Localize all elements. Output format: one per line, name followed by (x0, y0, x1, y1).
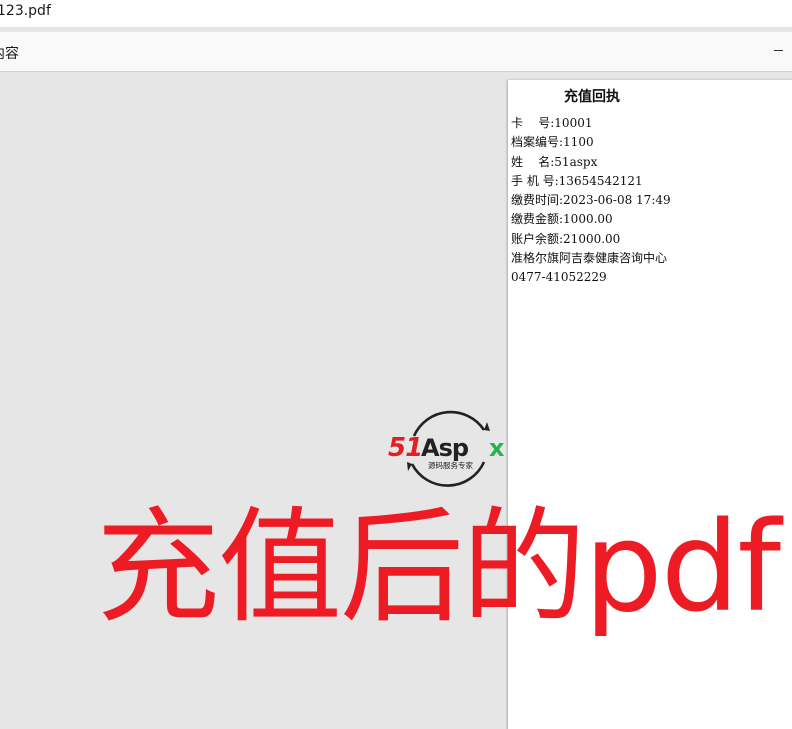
receipt-line-organization: 准格尔旗阿吉泰健康咨询中心 (511, 251, 668, 266)
svg-text:51: 51 (388, 433, 422, 463)
svg-text:Asp: Asp (421, 434, 469, 462)
receipt-line-balance: 账户余额:21000.00 (511, 231, 621, 246)
toolbar: 内容 (0, 31, 792, 72)
app-window: 123.pdf 内容 充值回执 卡 号:10001 档案编号:1100 姓 名:… (0, 0, 792, 729)
receipt-line-phone: 手 机 号:13654542121 (511, 173, 643, 188)
window-title: 123.pdf (0, 3, 51, 19)
receipt-lines: 卡 号:10001 档案编号:1100 姓 名:51aspx 手 机 号:136… (511, 114, 671, 288)
receipt-line-org-phone: 0477-41052229 (511, 270, 607, 285)
receipt-line-file-number: 档案编号:1100 (511, 135, 594, 150)
51aspx-logo: 51 Asp x 源码服务专家 (388, 410, 505, 487)
receipt-line-payment-time: 缴费时间:2023-06-08 17:49 (511, 193, 671, 208)
minimize-icon[interactable] (772, 40, 786, 60)
receipt-title: 充值回执 (564, 89, 620, 105)
receipt-line-card: 卡 号:10001 (511, 116, 593, 130)
svg-text:x: x (489, 434, 505, 462)
toolbar-label: 内容 (0, 46, 19, 62)
logo-tagline: 源码服务专家 (428, 460, 473, 470)
receipt-line-payment-amount: 缴费金额:1000.00 (511, 212, 613, 227)
watermark-text: 充值后的pdf (96, 496, 781, 640)
receipt-line-name: 姓 名:51aspx (511, 154, 598, 169)
title-bar: 123.pdf (0, 0, 792, 28)
